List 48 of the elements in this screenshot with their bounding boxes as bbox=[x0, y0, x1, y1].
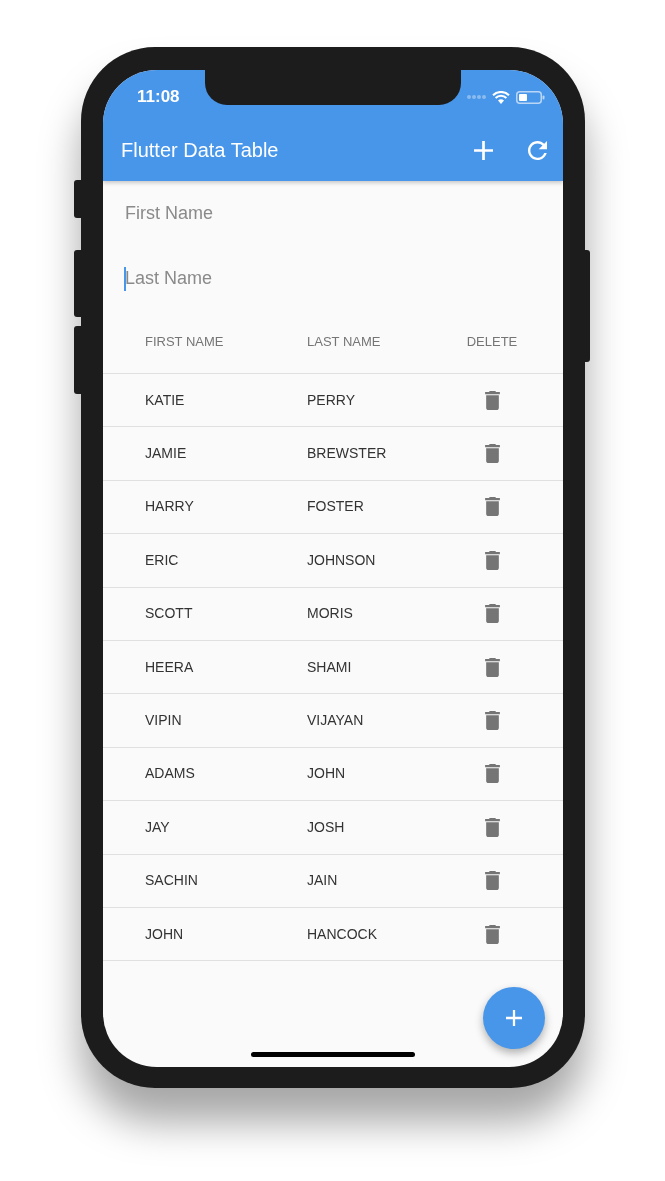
table-cell-text: PERRY bbox=[307, 390, 355, 410]
signal-icon bbox=[467, 95, 486, 99]
column-header: DELETE bbox=[466, 333, 518, 352]
trash-icon[interactable] bbox=[484, 924, 500, 944]
table-cell-text: JAIN bbox=[307, 871, 338, 891]
table-cell-text: JAY bbox=[145, 817, 170, 837]
trash-icon[interactable] bbox=[484, 711, 500, 731]
app-title: Flutter Data Table bbox=[121, 138, 280, 163]
table-cell-text: HANCOCK bbox=[307, 924, 377, 944]
battery-icon bbox=[516, 90, 545, 104]
side-button[interactable] bbox=[74, 180, 81, 218]
refresh-icon bbox=[527, 140, 547, 160]
table-cell-text: KATIE bbox=[145, 390, 185, 410]
table-cell-text: JOSH bbox=[307, 817, 345, 837]
column-header: FIRST NAME bbox=[145, 333, 224, 352]
trash-icon[interactable] bbox=[484, 764, 500, 784]
column-header: LAST NAME bbox=[307, 333, 381, 352]
trash-icon[interactable] bbox=[484, 497, 500, 517]
table-cell-text: HARRY bbox=[145, 497, 194, 517]
table-cell-text: ADAMS bbox=[145, 764, 195, 784]
add-fab[interactable] bbox=[483, 987, 545, 1049]
trash-icon[interactable] bbox=[484, 604, 500, 624]
input-field[interactable]: First Name bbox=[125, 193, 541, 234]
table-cell-text: HEERA bbox=[145, 657, 194, 677]
table-cell-text: VIJAYAN bbox=[307, 711, 364, 731]
table-cell-text: FOSTER bbox=[307, 497, 364, 517]
trash-icon[interactable] bbox=[484, 871, 500, 891]
table-cell-text: SACHIN bbox=[145, 871, 198, 891]
trash-icon[interactable] bbox=[484, 390, 500, 410]
trash-icon[interactable] bbox=[484, 550, 500, 570]
input-field[interactable]: Last Name bbox=[125, 258, 541, 299]
table-cell-text: BREWSTER bbox=[307, 444, 387, 464]
table-cell-text: ERIC bbox=[145, 550, 179, 570]
table-cell-text: VIPIN bbox=[145, 711, 182, 731]
trash-icon[interactable] bbox=[484, 657, 500, 677]
trash-icon[interactable] bbox=[484, 817, 500, 837]
plus-icon bbox=[506, 1010, 522, 1026]
plus-icon bbox=[473, 140, 493, 160]
table-cell-text: SHAMI bbox=[307, 657, 352, 677]
trash-icon[interactable] bbox=[484, 444, 500, 464]
table-cell-text: JOHNSON bbox=[307, 550, 376, 570]
wifi-icon bbox=[492, 90, 510, 104]
table-cell-text: JAMIE bbox=[145, 444, 187, 464]
table-cell-text: MORIS bbox=[307, 604, 353, 624]
table-cell-text: JOHN bbox=[145, 924, 184, 944]
table-cell-text: SCOTT bbox=[145, 604, 193, 624]
status-time: 11:08 bbox=[137, 86, 180, 109]
table-cell-text: JOHN bbox=[307, 764, 346, 784]
